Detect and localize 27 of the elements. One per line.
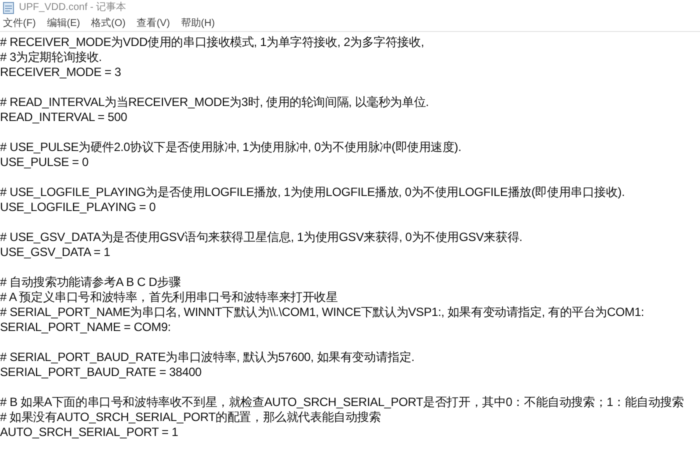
text-line: # 如果没有AUTO_SRCH_SERIAL_PORT的配置，那么就代表能自动搜索 — [0, 410, 381, 425]
text-line: # SERIAL_PORT_NAME为串口名, WINNT下默认为\\.\COM1, WINCE下默认为VSP1:, 如果有变动请指定, 有的平台为COM1: — [0, 305, 644, 320]
menu-item[interactable]: 编辑(E) — [46, 14, 80, 30]
text-line: # SERIAL_PORT_BAUD_RATE为串口波特率, 默认为57600, 如果有变动请指定. — [0, 350, 414, 365]
menu-item[interactable]: 帮助(H) — [180, 14, 215, 30]
menu-item[interactable]: 查看(V) — [136, 14, 170, 30]
text-line: # USE_GSV_DATA为是否使用GSV语句来获得卫星信息, 1为使用GSV来获得, 0为不使用GSV来获得. — [0, 230, 522, 245]
text-line: # 3为定期轮询接收. — [0, 50, 102, 65]
notepad-icon — [3, 2, 14, 14]
text-line: # B 如果A下面的串口号和波特率收不到星，就检查AUTO_SRCH_SERIAL_PORT是否打开，其中0：不能自动搜索；1：能自动搜索 — [0, 395, 684, 410]
text-line: # 自动搜索功能请参考A B C D步骤 — [0, 275, 181, 290]
text-line: # USE_PULSE为硬件2.0协议下是否使用脉冲, 1为使用脉冲, 0为不使用脉冲(即使用速度). — [0, 140, 462, 155]
text-line: # USE_LOGFILE_PLAYING为是否使用LOGFILE播放, 1为使用LOGFILE播放, 0为不使用LOGFILE播放(即使用串口接收). — [0, 185, 625, 200]
text-line: # RECEIVER_MODE为VDD使用的串口接收模式, 1为单字符接收, 2为多字符接收, — [0, 35, 424, 50]
text-line: AUTO_SRCH_SERIAL_PORT = 1 — [0, 425, 178, 440]
text-line: USE_LOGFILE_PLAYING = 0 — [0, 200, 156, 215]
text-line: USE_GSV_DATA = 1 — [0, 245, 110, 260]
menu-item[interactable]: 文件(F) — [3, 14, 36, 30]
text-line: USE_PULSE = 0 — [0, 155, 88, 170]
text-line: # A 预定义串口号和波特率，首先利用串口号和波特率来打开收星 — [0, 290, 338, 305]
menu-item[interactable]: 格式(O) — [91, 14, 126, 30]
text-line: RECEIVER_MODE = 3 — [0, 65, 121, 80]
text-line: # READ_INTERVAL为当RECEIVER_MODE为3时, 使用的轮询间隔, 以毫秒为单位. — [0, 95, 429, 110]
text-line: SERIAL_PORT_BAUD_RATE = 38400 — [0, 365, 202, 380]
text-line: READ_INTERVAL = 500 — [0, 110, 128, 125]
text-line: SERIAL_PORT_NAME = COM9: — [0, 320, 171, 335]
window-title: UPF_VDD.conf - 记事本 — [19, 2, 126, 14]
